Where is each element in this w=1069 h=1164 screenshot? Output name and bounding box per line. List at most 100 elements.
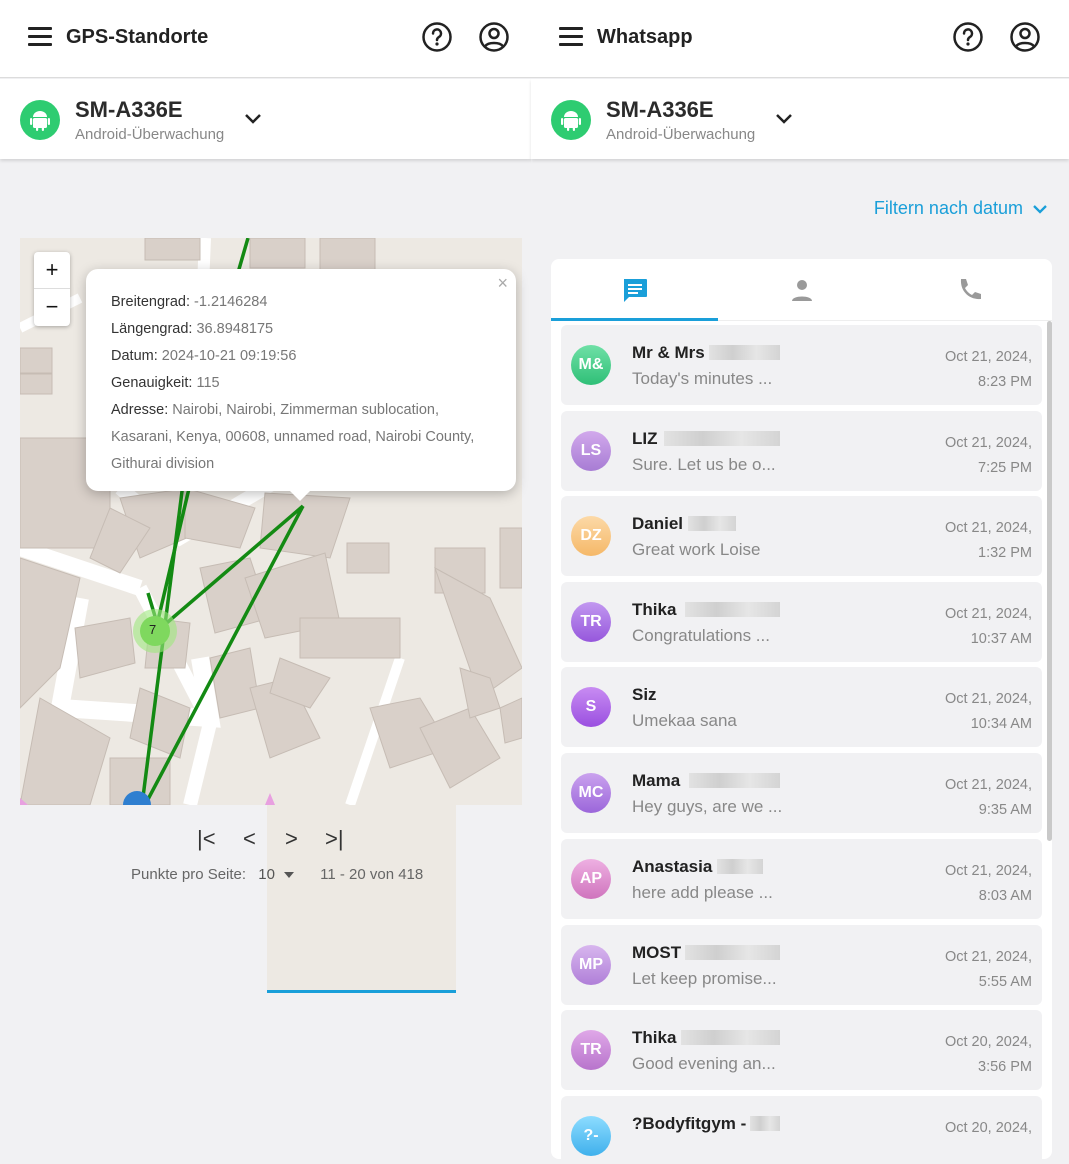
popup-tail [288,489,312,501]
chat-time: 5:55 AM [978,974,1032,990]
view-tabs: LISTENANSICHT KARTENANSICHT [87,188,467,993]
avatar: S [571,687,611,727]
chat-name: Daniel [632,514,684,533]
per-page-row: Punkte pro Seite: 10 11 - 20 von 418 [131,866,423,883]
chat-card: M& Mr & Mrs Today's minutes ... Oct 21, … [551,259,1052,1159]
redacted-bar [681,1030,780,1045]
tab-contacts[interactable] [718,259,885,321]
chat-name: MOST [632,943,682,962]
close-icon[interactable]: × [497,273,508,294]
accuracy-label: Genauigkeit: [111,375,193,391]
list-item[interactable]: AP Anastasia here add please ... Oct 21,… [561,839,1042,919]
chat-preview: Hey guys, are we ... [632,797,783,816]
chat-preview: Sure. Let us be o... [632,455,776,474]
chat-time: 8:23 PM [978,374,1032,390]
date-filter-label: Filtern nach datum [873,198,1023,218]
prev-page-button[interactable]: < [243,826,256,852]
phone-icon [960,279,981,300]
whatsapp-panel: Whatsapp SM-A336E Android-Überwachung Fi… [531,0,1069,1164]
avatar: TR [571,1030,611,1070]
device-name: SM-A336E [75,97,183,122]
device-selector[interactable]: SM-A336E Android-Überwachung [0,79,531,159]
chat-timestamp: Oct 20, 2024, [945,1116,1032,1141]
address-label: Adresse: [111,402,169,418]
avatar: MP [571,945,611,985]
chat-timestamp: Oct 21, 2024, 5:55 AM [945,945,1032,995]
android-icon [551,100,591,140]
list-item[interactable]: TR Thika Good evening an... Oct 20, 2024… [561,1010,1042,1090]
chat-date: Oct 21, 2024, [944,863,1032,879]
avatar: DZ [571,516,611,556]
chat-name: LIZ [632,429,658,448]
chat-name: Mr & Mrs [632,343,705,362]
chat-time: 10:34 AM [970,716,1032,732]
chat-time: 10:37 AM [970,631,1032,647]
device-selector[interactable]: SM-A336E Android-Überwachung [531,79,1069,159]
avatar: ?- [571,1116,611,1156]
list-item[interactable]: LS LIZ Sure. Let us be o... Oct 21, 2024… [561,411,1042,491]
chat-timestamp: Oct 21, 2024, 7:25 PM [945,431,1032,481]
chat-name: Thika [632,600,677,619]
account-icon[interactable] [1009,21,1041,53]
gps-panel: GPS-Standorte SM-A336E Android-Überwachu… [0,0,531,1164]
account-icon[interactable] [478,21,510,53]
chat-date: Oct 21, 2024, [944,349,1032,365]
cluster-count[interactable]: 7 [149,622,156,637]
longitude-label: Längengrad: [111,321,193,337]
last-page-button[interactable]: >| [325,826,344,852]
redacted-bar [685,945,780,960]
chat-name: ?Bodyfitgym - [632,1114,747,1133]
scrollbar[interactable] [1047,321,1052,841]
redacted-bar [688,516,736,531]
chat-list: M& Mr & Mrs Today's minutes ... Oct 21, … [561,325,1042,1159]
redacted-bar [689,773,780,788]
chat-time: 3:56 PM [978,1059,1032,1075]
zoom-out-button[interactable]: − [34,289,70,326]
chat-time: 9:35 AM [978,802,1032,818]
next-page-button[interactable]: > [285,826,298,852]
chevron-down-icon[interactable] [774,111,794,127]
chat-timestamp: Oct 21, 2024, 10:37 AM [945,602,1032,652]
chat-timestamp: Oct 21, 2024, 9:35 AM [945,773,1032,823]
per-page-select[interactable]: 10 [258,866,275,883]
longitude-row: Längengrad: 36.8948175 [111,316,491,343]
date-filter[interactable]: Filtern nach datum [874,198,1047,219]
help-icon[interactable] [421,21,453,53]
tab-messages[interactable] [551,259,718,321]
list-item[interactable]: TR Thika Congratulations ... Oct 21, 202… [561,582,1042,662]
zoom-control: + − [34,252,70,326]
page-title: GPS-Standorte [66,26,209,48]
list-item[interactable]: MP MOST Let keep promise... Oct 21, 2024… [561,925,1042,1005]
zoom-in-button[interactable]: + [34,252,70,289]
chat-time: 8:03 AM [978,888,1032,904]
list-item[interactable]: DZ Daniel Great work Loise Oct 21, 2024,… [561,496,1042,576]
list-item[interactable]: M& Mr & Mrs Today's minutes ... Oct 21, … [561,325,1042,405]
redacted-bar [709,345,780,360]
chat-date: Oct 21, 2024, [944,691,1032,707]
chevron-down-icon[interactable] [243,111,263,127]
caret-down-icon[interactable] [283,872,294,879]
chat-date: Oct 20, 2024, [944,1120,1032,1136]
chat-name: Thika [632,1028,677,1047]
list-item[interactable]: S Siz Umekaa sana Oct 21, 2024, 10:34 AM [561,667,1042,747]
menu-icon[interactable] [28,27,52,47]
latitude-value: -1.2146284 [194,294,268,310]
first-page-button[interactable]: |< [197,826,216,852]
avatar: M& [571,345,611,385]
chat-preview: Today's minutes ... [632,369,773,388]
chat-time: 1:32 PM [978,545,1032,561]
chat-name: Anastasia [632,857,713,876]
help-icon[interactable] [952,21,984,53]
menu-icon[interactable] [559,27,583,47]
avatar: AP [571,859,611,899]
list-item[interactable]: MC Mama Hey guys, are we ... Oct 21, 202… [561,753,1042,833]
device-subtitle: Android-Überwachung [606,126,756,143]
date-label: Datum: [111,348,158,364]
tab-calls[interactable] [885,259,1052,321]
avatar: MC [571,773,611,813]
chevron-down-icon [1033,205,1047,214]
latitude-label: Breitengrad: [111,294,190,310]
redacted-bar [717,859,763,874]
chat-time: 7:25 PM [978,460,1032,476]
list-item[interactable]: ?- ?Bodyfitgym - Oct 20, 2024, [561,1096,1042,1159]
